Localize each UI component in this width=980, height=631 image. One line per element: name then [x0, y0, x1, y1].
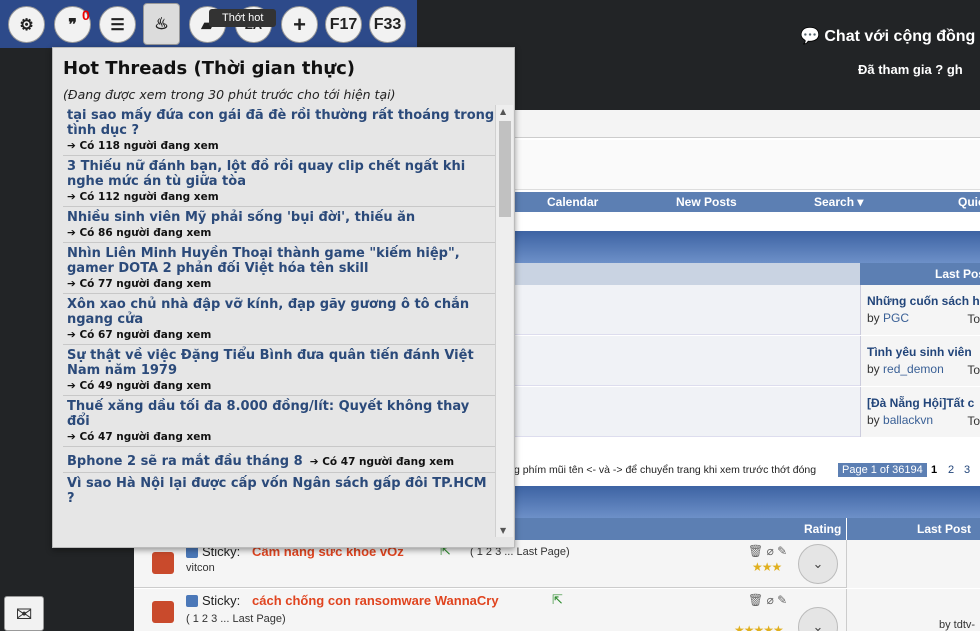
quote-badge: 0 [82, 7, 90, 23]
last-post-to: To [967, 312, 980, 326]
thread-last-post-cell [846, 540, 980, 588]
scroll-down-icon[interactable]: ▼ [500, 526, 506, 535]
page-link-2[interactable]: 2 [948, 464, 954, 476]
last-post-to: To [967, 363, 980, 377]
hot-thread-viewers: Có 77 người đang xem [67, 278, 495, 290]
thread-icon [152, 601, 174, 623]
last-post-user[interactable]: PGC [883, 311, 909, 325]
last-post-title[interactable]: Tình yêu sinh viên [867, 345, 980, 359]
rating-stars: ★★★★★ [734, 623, 784, 631]
page-link-3[interactable]: 3 [964, 464, 970, 476]
tooltip: Thớt hot [209, 9, 277, 27]
chat-label: Chat với cộng đồng [824, 28, 976, 45]
hot-thread-item[interactable]: Thuế xăng dầu tối đa 8.000 đồng/lít: Quy… [63, 396, 495, 447]
scrollbar-thumb[interactable] [499, 121, 511, 217]
hot-thread-item[interactable]: 3 Thiếu nữ đánh bạn, lột đồ rồi quay cli… [63, 156, 495, 207]
check-icon [186, 595, 198, 607]
hot-thread-title[interactable]: Sự thật về việc Đặng Tiểu Bình đưa quân … [67, 348, 495, 378]
hot-threads-list: tại sao mấy đứa con gái đã đè rồi thường… [63, 105, 495, 545]
keyboard-hint: g phím mũi tên <- và -> để chuyển trang … [514, 464, 817, 476]
f17-button[interactable]: F17 [325, 6, 362, 43]
thread-last-post-cell: by tdtv- [846, 589, 980, 631]
rating-stars: ★★★ [752, 560, 782, 574]
hot-thread-viewers: Có 86 người đang xem [67, 227, 495, 239]
hot-thread-item[interactable]: Nhìn Liên Minh Huyền Thoại thành game "k… [63, 243, 495, 294]
hot-thread-viewers: Có 47 người đang xem [310, 456, 454, 468]
expand-chevron-icon[interactable]: ⌄ [798, 544, 838, 584]
hot-threads-panel: Hot Threads (Thời gian thực) (Đang được … [52, 47, 515, 548]
page-link-1[interactable]: 1 [931, 464, 937, 476]
last-post-cell: Những cuốn sách h by PGC To [860, 285, 980, 335]
expand-chevron-icon[interactable]: ⌄ [798, 607, 838, 631]
last-post-title[interactable]: Những cuốn sách h [867, 294, 980, 308]
external-link-icon[interactable]: ⇱ [552, 592, 563, 608]
by-label: by [867, 362, 880, 376]
by-label: by [867, 413, 880, 427]
hot-thread-item[interactable]: Bphone 2 sẽ ra mắt đầu tháng 8 Có 47 ngư… [63, 447, 495, 473]
nav-new-posts[interactable]: New Posts [676, 195, 737, 209]
nav-quick-links[interactable]: Quic [958, 195, 980, 209]
chat-link[interactable]: 💬 Chat với cộng đồng [800, 26, 975, 46]
hot-thread-title[interactable]: Nhiều sinh viên Mỹ phải sống 'bụi đời', … [67, 210, 495, 225]
hot-thread-item[interactable]: Vì sao Hà Nội lại được cấp vốn Ngân sách… [63, 473, 495, 509]
thread-last-post-header[interactable]: Last Post [846, 518, 980, 540]
f33-button[interactable]: F33 [369, 6, 406, 43]
by-label: by [867, 311, 880, 325]
mail-icon[interactable]: ✉ [4, 596, 44, 631]
hot-threads-title: Hot Threads (Thời gian thực) [63, 58, 356, 79]
thread-icon [152, 552, 174, 574]
list-icon[interactable]: ☰ [99, 6, 136, 43]
thread-last-post-user[interactable]: by tdtv- [939, 619, 975, 631]
thread-status-icons: 🗑 ⌀ ✎ [748, 544, 788, 558]
hot-thread-title[interactable]: Bphone 2 sẽ ra mắt đầu tháng 8 [67, 454, 303, 469]
thread-row: Sticky: cách chống con ransomware WannaC… [134, 589, 980, 631]
hot-thread-title[interactable]: Nhìn Liên Minh Huyền Thoại thành game "k… [67, 246, 495, 276]
rating-header[interactable]: Rating [804, 522, 841, 536]
hot-threads-scrollbar[interactable]: ▲ ▼ [495, 105, 513, 537]
hot-thread-title[interactable]: Thuế xăng dầu tối đa 8.000 đồng/lít: Quy… [67, 399, 495, 429]
last-post-user[interactable]: ballackvn [883, 413, 933, 427]
last-post-cell: Tình yêu sinh viên by red_demon To [860, 336, 980, 386]
last-post-cell: [Đà Nẵng Hội]Tất c by ballackvn To [860, 387, 980, 437]
hot-thread-viewers: Có 112 người đang xem [67, 191, 495, 203]
nav-calendar[interactable]: Calendar [547, 195, 598, 209]
hot-thread-item[interactable]: tại sao mấy đứa con gái đã đè rồi thường… [63, 105, 495, 156]
hot-thread-item[interactable]: Nhiều sinh viên Mỹ phải sống 'bụi đời', … [63, 207, 495, 243]
nav-search[interactable]: Search ▾ [814, 195, 863, 209]
hot-thread-title[interactable]: Vì sao Hà Nội lại được cấp vốn Ngân sách… [67, 476, 495, 506]
hot-threads-subtitle: (Đang được xem trong 30 phút trước cho t… [63, 87, 396, 102]
hot-thread-viewers: Có 118 người đang xem [67, 140, 495, 152]
hot-thread-item[interactable]: Xôn xao chủ nhà đập vỡ kính, đạp gãy gươ… [63, 294, 495, 345]
thread-title[interactable]: cách chống con ransomware WannaCry [252, 593, 499, 608]
chat-icon: 💬 [800, 28, 820, 45]
thread-status-icons: 🗑 ⌀ ✎ [748, 593, 788, 607]
page-info: Page 1 of 36194 [838, 463, 927, 477]
hot-thread-viewers: Có 47 người đang xem [67, 431, 495, 443]
gear-icon[interactable]: ⚙ [8, 6, 45, 43]
plus-icon[interactable]: + [281, 6, 318, 43]
last-post-header: Last Pos [860, 263, 980, 285]
hot-thread-title[interactable]: 3 Thiếu nữ đánh bạn, lột đồ rồi quay cli… [67, 159, 495, 189]
last-post-user[interactable]: red_demon [883, 362, 944, 376]
scroll-up-icon[interactable]: ▲ [500, 107, 506, 116]
hot-thread-title[interactable]: Xôn xao chủ nhà đập vỡ kính, đạp gãy gươ… [67, 297, 495, 327]
toolbar: ⚙ ❞ 0 ☰ ♨ ▰ ZA + F17 F33 Thớt hot [0, 0, 417, 48]
hot-thread-viewers: Có 49 người đang xem [67, 380, 495, 392]
last-post-to: To [967, 414, 980, 428]
thread-author[interactable]: vitcon [186, 562, 215, 574]
hot-thread-item[interactable]: Sự thật về việc Đặng Tiểu Bình đưa quân … [63, 345, 495, 396]
flame-icon[interactable]: ♨ [143, 3, 180, 45]
join-link[interactable]: Đã tham gia ? gh [858, 62, 963, 77]
hot-thread-title[interactable]: tại sao mấy đứa con gái đã đè rồi thường… [67, 108, 495, 138]
sticky-label: Sticky: [202, 593, 241, 608]
thread-pages[interactable]: ( 1 2 3 ... Last Page) [186, 613, 286, 625]
last-post-title[interactable]: [Đà Nẵng Hội]Tất c [867, 396, 980, 410]
hot-thread-viewers: Có 67 người đang xem [67, 329, 495, 341]
